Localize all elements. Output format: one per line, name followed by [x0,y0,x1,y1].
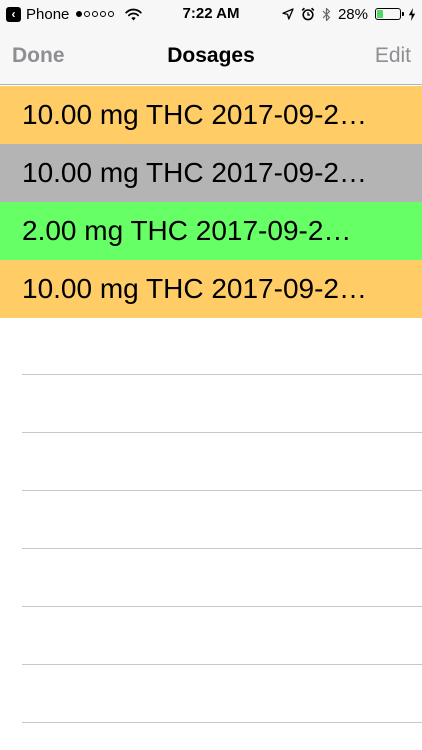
navigation-bar: Done Dosages Edit [0,28,422,85]
dosage-row-label: 10.00 mg THC 2017-09-2… [22,157,367,188]
battery-icon [375,8,404,20]
empty-row [0,549,422,607]
done-button[interactable]: Done [12,44,65,68]
status-right: 28% [282,5,416,23]
dosage-row[interactable]: 2.00 mg THC 2017-09-2… [0,202,422,260]
empty-row [0,433,422,491]
dosage-row-label: 10.00 mg THC 2017-09-2… [22,99,367,130]
charging-bolt-icon [408,7,416,21]
empty-table-area [0,317,422,723]
empty-row [0,317,422,375]
dosage-row-label: 10.00 mg THC 2017-09-2… [22,273,367,304]
location-arrow-icon [282,8,294,20]
dosage-row[interactable]: 10.00 mg THC 2017-09-2… [0,86,422,144]
alarm-clock-icon [301,7,315,21]
battery-percent: 28% [337,5,368,23]
empty-row [0,491,422,549]
edit-button[interactable]: Edit [375,44,411,68]
empty-row [0,665,422,723]
bluetooth-icon [322,7,331,21]
dosage-row[interactable]: 10.00 mg THC 2017-09-2… [0,144,422,202]
dosage-list: 10.00 mg THC 2017-09-2… 10.00 mg THC 201… [0,86,422,318]
battery-level-fill [377,10,383,18]
dosage-row[interactable]: 10.00 mg THC 2017-09-2… [0,260,422,318]
status-bar: ‹ Phone 7:22 AM 28% [0,0,422,28]
empty-row [0,607,422,665]
empty-row [0,375,422,433]
row-separator [22,722,422,723]
dosage-row-label: 2.00 mg THC 2017-09-2… [22,215,352,246]
screen: ‹ Phone 7:22 AM 28% Done Dosages Edit 10… [0,0,422,750]
